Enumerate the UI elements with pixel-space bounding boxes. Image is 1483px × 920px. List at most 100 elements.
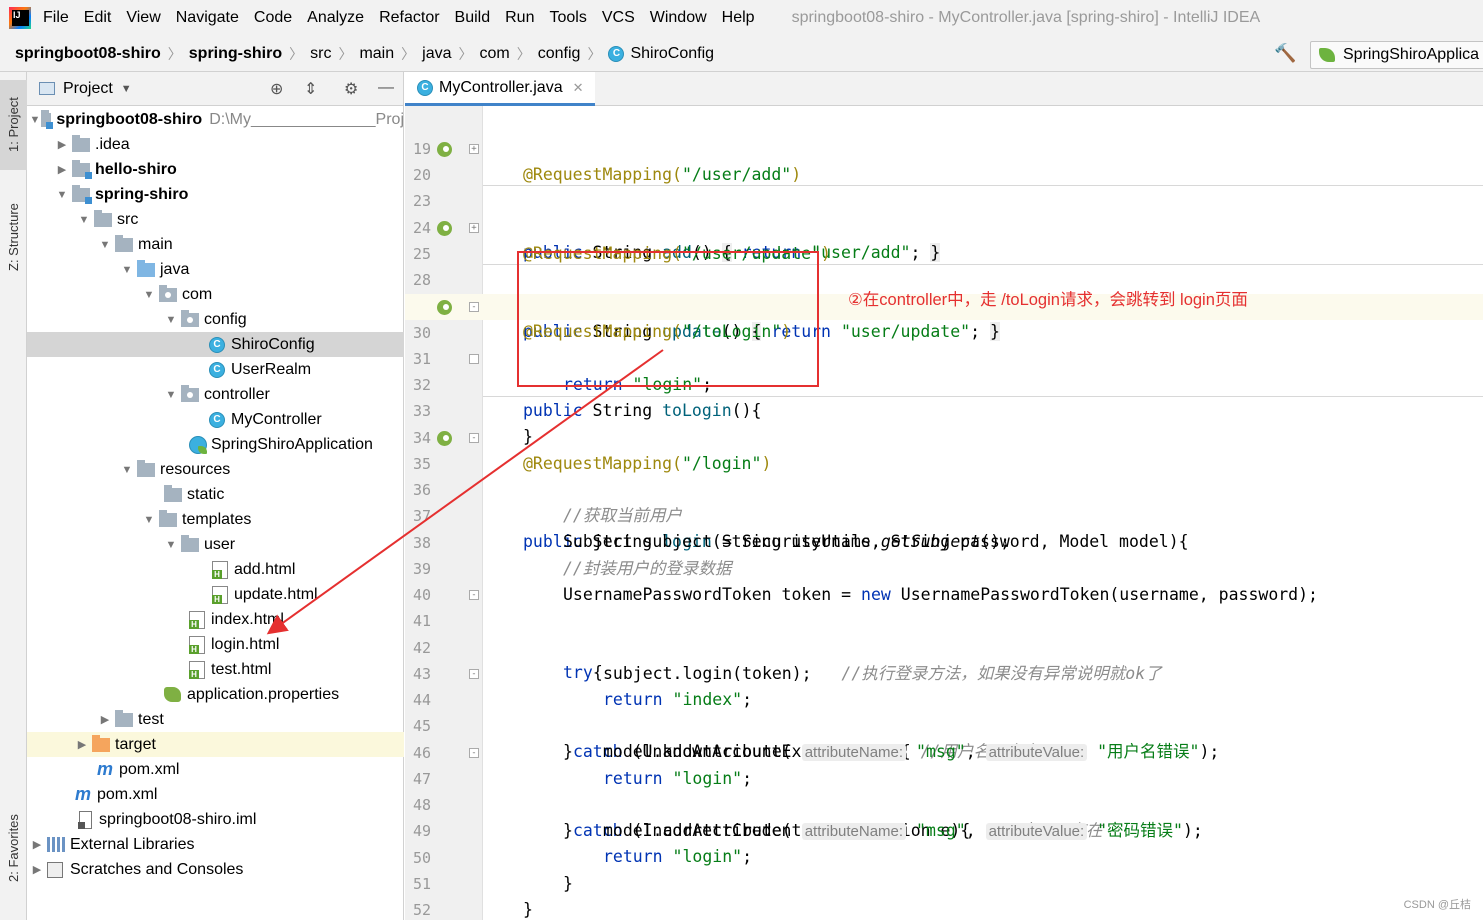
tree-item-iml[interactable]: springboot08-shiro.iml <box>27 807 404 832</box>
collapsed-arrow-icon[interactable]: ▶ <box>27 838 47 851</box>
build-hammer-icon[interactable]: 🔨 <box>1274 43 1296 64</box>
spring-endpoint-gutter-icon[interactable] <box>437 142 452 157</box>
spring-endpoint-gutter-icon[interactable] <box>437 221 452 236</box>
tree-item-userrealm[interactable]: C UserRealm <box>27 357 404 382</box>
breadcrumb-item-config[interactable]: config <box>538 45 581 63</box>
tree-item-shiroconfig[interactable]: C ShiroConfig <box>27 332 404 357</box>
tree-item-config[interactable]: ▼ config <box>27 307 404 332</box>
spring-endpoint-gutter-icon[interactable] <box>437 300 452 315</box>
breadcrumb-item-module[interactable]: spring-shiro <box>189 45 282 63</box>
tree-item-update-html[interactable]: update.html <box>27 582 404 607</box>
tree-item-idea[interactable]: ▶ .idea <box>27 132 404 157</box>
fold-collapse-icon[interactable]: - <box>469 669 479 679</box>
tree-item-controller[interactable]: ▼ controller <box>27 382 404 407</box>
menu-analyze[interactable]: Analyze <box>307 9 364 27</box>
breadcrumb-item-shiroconfig[interactable]: ShiroConfig <box>630 45 714 63</box>
tree-item-src[interactable]: ▼ src <box>27 207 404 232</box>
tree-item-spring-shiro[interactable]: ▼ spring-shiro <box>27 182 404 207</box>
expanded-arrow-icon[interactable]: ▼ <box>29 114 41 126</box>
collapsed-arrow-icon[interactable]: ▶ <box>95 713 115 726</box>
tool-tab-project[interactable]: 1: Project <box>0 80 27 170</box>
expanded-arrow-icon[interactable]: ▼ <box>74 214 94 226</box>
project-view-title[interactable]: Project <box>63 80 113 98</box>
menu-vcs[interactable]: VCS <box>602 9 635 27</box>
menu-help[interactable]: Help <box>722 9 755 27</box>
expanded-arrow-icon[interactable]: ▼ <box>95 239 115 251</box>
tool-tab-structure[interactable]: Z: Structure <box>0 182 27 292</box>
tool-tab-favorites[interactable]: 2: Favorites <box>0 792 27 904</box>
tree-item-label: test.html <box>211 660 272 678</box>
run-configuration-selector[interactable]: SpringShiroApplica <box>1310 41 1483 69</box>
menu-view[interactable]: View <box>126 9 160 27</box>
breadcrumb-item-java[interactable]: java <box>422 45 451 63</box>
expanded-arrow-icon[interactable]: ▼ <box>161 389 181 401</box>
tree-item-root-project[interactable]: ▼ springboot08-shiro D:\My______________… <box>27 107 404 132</box>
collapsed-arrow-icon[interactable]: ▶ <box>72 738 92 751</box>
menu-refactor[interactable]: Refactor <box>379 9 439 27</box>
expanded-arrow-icon[interactable]: ▼ <box>161 314 181 326</box>
breadcrumb-item-src[interactable]: src <box>310 45 331 63</box>
code-line: 52 } <box>405 871 1483 919</box>
tree-item-springshiroapplication[interactable]: SpringShiroApplication <box>27 432 404 457</box>
collapsed-arrow-icon[interactable]: ▶ <box>27 863 47 876</box>
collapse-all-icon[interactable]: ⇕ <box>304 79 317 99</box>
tree-item-add-html[interactable]: add.html <box>27 557 404 582</box>
expanded-arrow-icon[interactable]: ▼ <box>139 289 159 301</box>
tree-item-mycontroller[interactable]: C MyController <box>27 407 404 432</box>
menu-code[interactable]: Code <box>254 9 292 27</box>
tree-item-hello-shiro[interactable]: ▶ hello-shiro <box>27 157 404 182</box>
breadcrumb-item-project[interactable]: springboot08-shiro <box>15 45 161 63</box>
locate-file-icon[interactable]: ⊕ <box>270 79 283 99</box>
tree-item-label: target <box>115 735 156 753</box>
tree-item-test[interactable]: ▶ test <box>27 707 404 732</box>
tree-item-user[interactable]: ▼ user <box>27 532 404 557</box>
hide-panel-icon[interactable]: — <box>378 79 394 97</box>
tree-item-test-html[interactable]: test.html <box>27 657 404 682</box>
tree-item-login-html[interactable]: login.html <box>27 632 404 657</box>
menu-navigate[interactable]: Navigate <box>176 9 239 27</box>
menu-window[interactable]: Window <box>650 9 707 27</box>
fold-collapse-icon[interactable]: - <box>469 590 479 600</box>
expanded-arrow-icon[interactable]: ▼ <box>161 539 181 551</box>
breadcrumb-item-com[interactable]: com <box>480 45 510 63</box>
tree-item-index-html[interactable]: index.html <box>27 607 404 632</box>
code-editor[interactable]: 19 @RequestMapping("/user/add") 20 + pub… <box>405 106 1483 920</box>
gear-icon[interactable]: ⚙ <box>344 79 358 99</box>
tree-item-com[interactable]: ▼ com <box>27 282 404 307</box>
menu-run[interactable]: Run <box>505 9 534 27</box>
tree-item-resources[interactable]: ▼ resources <box>27 457 404 482</box>
menu-build[interactable]: Build <box>455 9 491 27</box>
close-icon[interactable]: ✕ <box>573 80 584 96</box>
tab-mycontroller-java[interactable]: C MyController.java ✕ <box>405 72 595 106</box>
folder-icon <box>164 484 182 502</box>
expanded-arrow-icon[interactable]: ▼ <box>52 189 72 201</box>
code-line: 47 - }catch (IncorrectCredentialsExcepti… <box>405 740 1483 840</box>
fold-collapse-icon[interactable]: - <box>469 433 479 443</box>
fold-expand-icon[interactable]: + <box>469 223 479 233</box>
breadcrumb-item-main[interactable]: main <box>359 45 394 63</box>
tree-item-external-libraries[interactable]: ▶ External Libraries <box>27 832 404 857</box>
tree-item-java[interactable]: ▼ java <box>27 257 404 282</box>
menu-tools[interactable]: Tools <box>549 9 586 27</box>
tree-item-application-properties[interactable]: application.properties <box>27 682 404 707</box>
fold-collapse-icon[interactable]: - <box>469 302 479 312</box>
tree-item-templates[interactable]: ▼ templates <box>27 507 404 532</box>
fold-end-icon[interactable] <box>469 354 479 364</box>
fold-expand-icon[interactable]: + <box>469 144 479 154</box>
tree-item-pom-xml-root[interactable]: m pom.xml <box>27 782 404 807</box>
tree-item-target[interactable]: ▶ target <box>27 732 404 757</box>
tree-item-pom-xml-module[interactable]: m pom.xml <box>27 757 404 782</box>
fold-collapse-icon[interactable]: - <box>469 748 479 758</box>
chevron-down-icon[interactable]: ▼ <box>121 83 132 95</box>
menu-edit[interactable]: Edit <box>84 9 112 27</box>
menu-file[interactable]: File <box>43 9 69 27</box>
tree-item-static[interactable]: static <box>27 482 404 507</box>
tree-item-scratches[interactable]: ▶ Scratches and Consoles <box>27 857 404 882</box>
tree-item-main[interactable]: ▼ main <box>27 232 404 257</box>
spring-endpoint-gutter-icon[interactable] <box>437 431 452 446</box>
expanded-arrow-icon[interactable]: ▼ <box>117 464 137 476</box>
expanded-arrow-icon[interactable]: ▼ <box>117 264 137 276</box>
expanded-arrow-icon[interactable]: ▼ <box>139 514 159 526</box>
collapsed-arrow-icon[interactable]: ▶ <box>52 163 72 176</box>
collapsed-arrow-icon[interactable]: ▶ <box>52 138 72 151</box>
